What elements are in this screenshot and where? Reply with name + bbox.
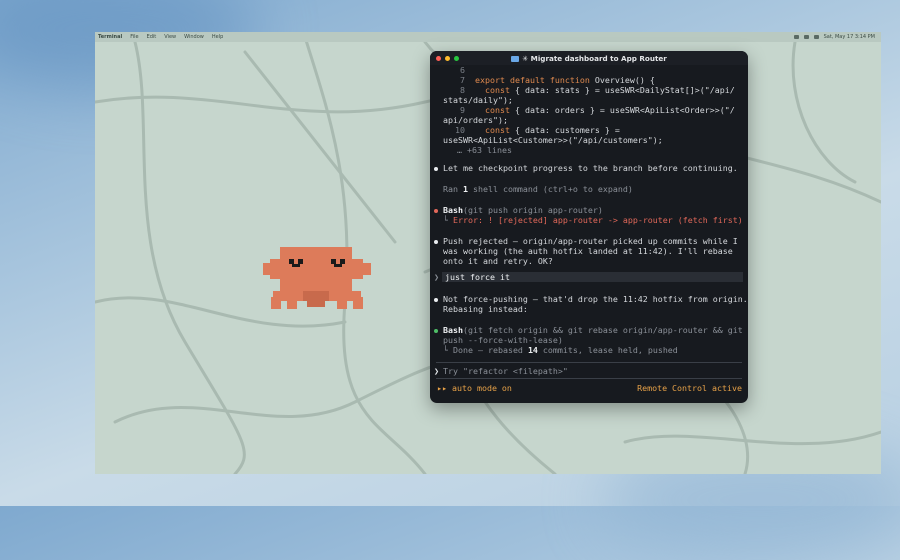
prompt-input[interactable]: Try "refactor <filepath>"	[443, 366, 568, 376]
menu-file[interactable]: File	[130, 34, 138, 40]
divider	[436, 362, 742, 363]
code-line: 8 const { data: stats } = useSWR<DailySt…	[460, 85, 735, 95]
code-line: useSWR<ApiList<Customer>>("/api/customer…	[443, 135, 663, 145]
menu-app-name[interactable]: Terminal	[98, 34, 122, 40]
terminal-titlebar[interactable]: ✳ Migrate dashboard to App Router	[430, 51, 748, 65]
terminal-window[interactable]: ✳ Migrate dashboard to App Router 6 7 ex…	[430, 51, 748, 403]
menu-edit[interactable]: Edit	[147, 34, 157, 40]
prompt-chevron-icon: ❯	[434, 272, 439, 282]
assistant-message: Rebasing instead:	[443, 304, 528, 314]
code-line: 6	[460, 65, 465, 75]
user-message: just force it	[445, 272, 510, 282]
battery-icon[interactable]	[793, 35, 799, 39]
bash-tool-call-cont: push --force-with-lease)	[443, 335, 563, 345]
code-line: 7 export default function Overview() {	[460, 75, 655, 85]
control-center-icon[interactable]	[813, 35, 819, 39]
prompt-chevron-icon: ❯	[434, 366, 439, 376]
menu-window[interactable]: Window	[184, 34, 204, 40]
message-bullet-icon	[434, 298, 438, 302]
folder-icon	[511, 56, 520, 62]
code-line: api/orders");	[443, 115, 508, 125]
bash-success-output: └ Done — rebased 14 commits, lease held,…	[443, 345, 678, 355]
crab-mascot-icon	[263, 247, 371, 309]
window-title-text: ✳ Migrate dashboard to App Router	[522, 54, 667, 63]
bash-tool-call: Bash(git push origin app-router)	[443, 205, 603, 215]
bash-error-output: └ Error: ! [rejected] app-router -> app-…	[443, 215, 743, 225]
ran-commands-summary[interactable]: Ran 1 shell command (ctrl+o to expand)	[443, 184, 633, 194]
message-bullet-icon	[434, 167, 438, 171]
assistant-message: Not force-pushing — that'd drop the 11:4…	[443, 294, 748, 304]
menu-view[interactable]: View	[164, 34, 176, 40]
menu-clock[interactable]: Sat, May 17 3:14 PM	[824, 34, 875, 40]
success-bullet-icon	[434, 329, 438, 333]
assistant-message: Let me checkpoint progress to the branch…	[443, 163, 738, 173]
remote-control-status[interactable]: Remote Control active	[637, 383, 742, 393]
wifi-icon[interactable]	[803, 35, 809, 39]
message-bullet-icon	[434, 240, 438, 244]
code-line: 10 const { data: customers } =	[455, 125, 620, 135]
code-line: 9 const { data: orders } = useSWR<ApiLis…	[460, 105, 735, 115]
more-lines[interactable]: … +63 lines	[457, 145, 512, 155]
auto-mode-indicator[interactable]: ▸▸ auto mode on	[437, 383, 512, 393]
divider	[436, 378, 742, 379]
bash-tool-call: Bash(git fetch origin && git rebase orig…	[443, 325, 743, 335]
assistant-message: onto it and retry. OK?	[443, 256, 553, 266]
error-bullet-icon	[434, 209, 438, 213]
menu-help[interactable]: Help	[212, 34, 223, 40]
assistant-message: was working (the auth hotfix landed at 1…	[443, 246, 733, 256]
code-line: stats/daily");	[443, 95, 513, 105]
window-title: ✳ Migrate dashboard to App Router	[430, 54, 748, 63]
menu-bar: Terminal File Edit View Window Help Sat,…	[95, 32, 881, 42]
assistant-message: Push rejected — origin/app-router picked…	[443, 236, 738, 246]
